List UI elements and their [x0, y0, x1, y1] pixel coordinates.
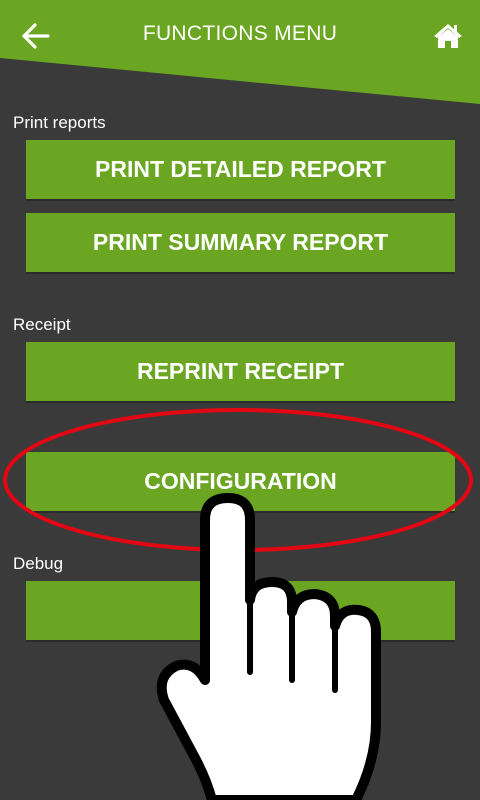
print-detailed-report-button[interactable]: PRINT DETAILED REPORT	[26, 140, 455, 199]
hand-pointer-icon	[156, 493, 381, 800]
home-button[interactable]	[426, 14, 470, 58]
section-label-receipt: Receipt	[13, 315, 71, 334]
section-label-print-reports: Print reports	[13, 113, 106, 132]
functions-menu-screen: FUNCTIONS MENU Print reports PRINT DETAI…	[0, 0, 480, 800]
header-background	[0, 0, 480, 104]
reprint-receipt-button[interactable]: REPRINT RECEIPT	[26, 342, 455, 401]
print-summary-report-button[interactable]: PRINT SUMMARY REPORT	[26, 213, 455, 272]
back-button[interactable]	[14, 14, 58, 58]
page-title: FUNCTIONS MENU	[142, 22, 338, 45]
configuration-button[interactable]: CONFIGURATION	[26, 452, 455, 511]
arrow-left-icon	[22, 23, 50, 49]
home-icon	[434, 24, 462, 48]
header-bar: FUNCTIONS MENU	[0, 0, 480, 104]
test-button[interactable]: TEST	[26, 581, 455, 640]
section-label-debug: Debug	[13, 554, 64, 573]
